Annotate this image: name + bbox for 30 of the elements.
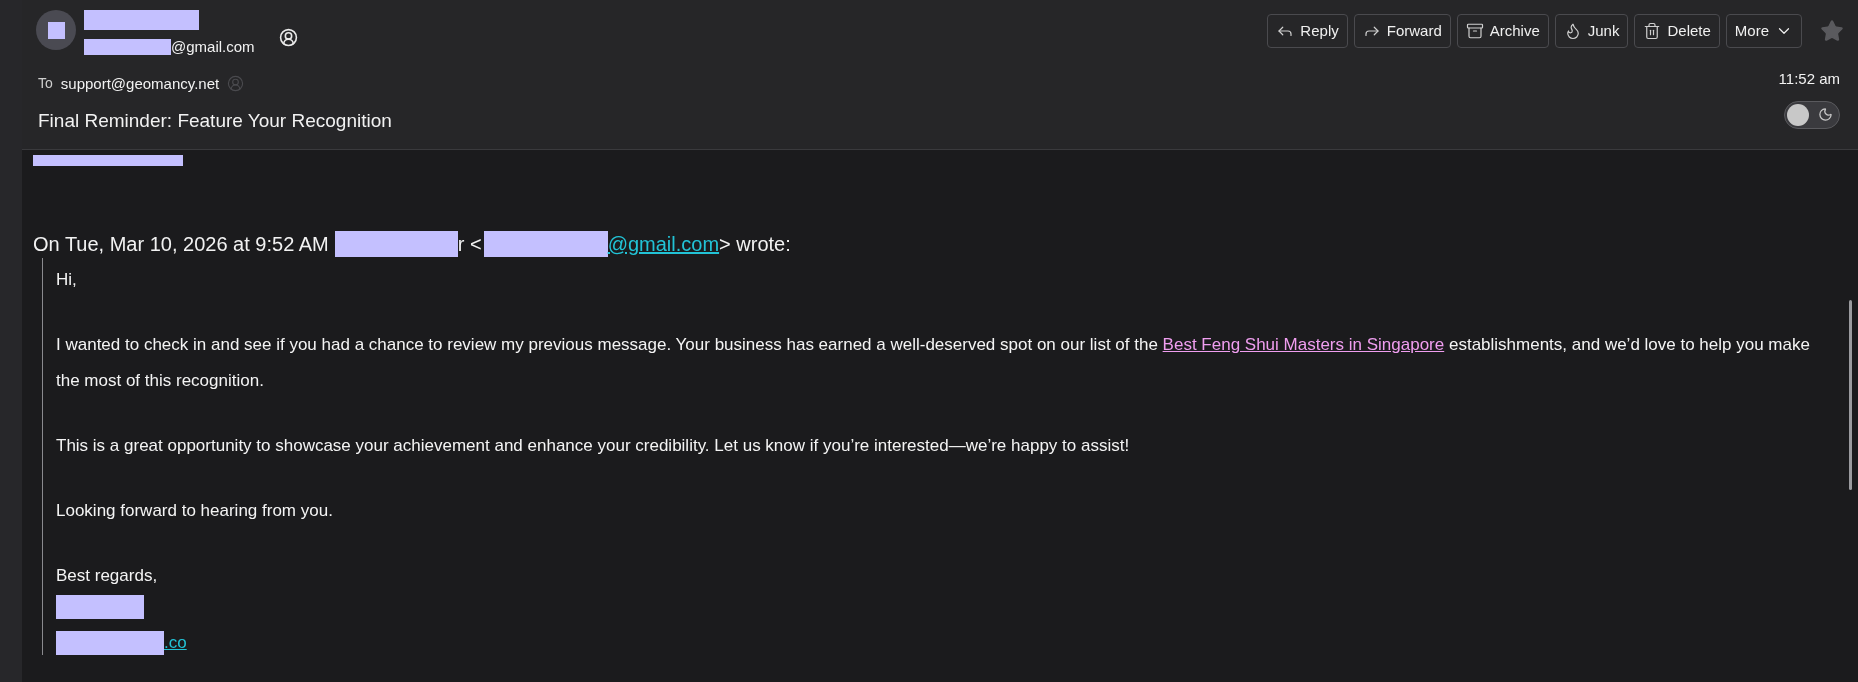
body-paragraph: Hi, <box>56 269 78 291</box>
body-paragraph: Best regards, <box>56 565 159 587</box>
body-paragraph: This is a great opportunity to showcase your achievement and enhance your credibility. Let us know if you’re interested—we’re happy to assist! <box>56 435 1131 457</box>
redaction-bar <box>47 21 65 39</box>
ranking-link[interactable]: Best Feng Shui Masters in Singapore <box>1162 335 1445 354</box>
email-subject: Final Reminder: Feature Your Recognition <box>37 109 393 133</box>
trash-icon <box>1643 22 1662 40</box>
archive-icon <box>1465 22 1484 40</box>
toolbar-button[interactable]: Junk <box>1554 14 1629 48</box>
toolbar-button[interactable]: Forward <box>1353 14 1451 48</box>
quote-name: r < <box>457 232 482 257</box>
dark-mode-toggle[interactable] <box>1784 100 1840 129</box>
email-time: 11:52 am <box>1778 69 1840 89</box>
toggle-knob <box>1787 103 1809 126</box>
scrollbar[interactable] <box>1849 300 1852 490</box>
toolbar-button[interactable]: Delete <box>1634 14 1720 48</box>
toolbar-button[interactable]: Archive <box>1456 14 1549 48</box>
signature-link[interactable]: .co <box>164 631 187 655</box>
body-paragraph: Looking forward to hearing from you. <box>56 500 334 522</box>
body-paragraph: I wanted to check in and see if you had a chance to review my previous message. Your business has earned a well-deserved spot on our list of the Best Feng Shui Masters in Singapore establishments, and we’d love to help you make the most of this recognition. <box>56 334 1811 392</box>
to-label: To <box>38 74 53 94</box>
sender-email: @gmail.com <box>171 37 255 57</box>
star-icon[interactable] <box>1820 19 1844 43</box>
toolbar-button[interactable]: Reply <box>1267 14 1348 48</box>
quote-intro: On Tue, Mar 10, 2026 at 9:52 AM <box>33 232 329 257</box>
quote-outro: > wrote: <box>719 232 791 257</box>
moon-icon <box>1818 107 1833 122</box>
sender-email-link[interactable]: @gmail.com <box>607 230 720 258</box>
recipient-email: support@geomancy.net <box>60 73 220 94</box>
toolbar-button[interactable]: More <box>1725 14 1802 48</box>
